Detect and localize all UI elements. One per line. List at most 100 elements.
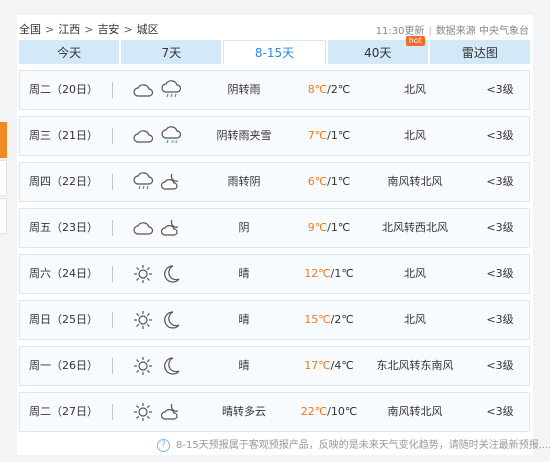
cloud-icon [132, 79, 154, 101]
forecast-row: 周四（22日） 雨转阴 6℃/1℃ 南风转北风 <3级 [19, 162, 530, 202]
wind-direction: 北风 [404, 129, 426, 142]
breadcrumb-item-province[interactable]: 江西 [58, 23, 80, 36]
breadcrumb-item-city[interactable]: 吉安 [97, 23, 119, 36]
temp-high: 7℃ [307, 129, 328, 142]
wind-level: <3级 [486, 129, 514, 142]
temp-high: 6℃ [307, 175, 328, 188]
row-divider [112, 358, 113, 374]
data-source: 数据来源 中央气象台 [435, 26, 529, 37]
temperature: 8℃/2℃ [288, 71, 370, 109]
wind-direction: 南风转北风 [387, 405, 443, 418]
weather-desc: 晴 [238, 267, 250, 280]
weather-desc: 晴 [238, 359, 250, 372]
breadcrumb: 全国 > 江西 > 吉安 > 城区 [19, 21, 159, 37]
side-tab[interactable] [0, 160, 7, 196]
weather-icons [132, 263, 184, 285]
temp-high: 12℃ [304, 267, 331, 280]
sleet-icon: ** [160, 125, 182, 147]
forecast-day: 周一（26日） [29, 359, 98, 372]
wind-direction: 东北风转东南风 [376, 359, 454, 372]
forecast-panel: 全国 > 江西 > 吉安 > 城区 11:30更新 | 数据来源 中央气象台 今天 7天 8-15天… [17, 15, 550, 455]
forecast-row: 周三（21日） ** 阴转雨夹雪 7℃/1℃ 北风 <3级 [19, 116, 530, 156]
weather-icons [132, 171, 184, 193]
side-tab-active[interactable] [0, 122, 7, 158]
partly-cloudy-night-icon [160, 171, 182, 193]
row-divider [112, 174, 113, 190]
breadcrumb-item-district: 城区 [136, 23, 159, 36]
wind-level: <3级 [486, 359, 514, 372]
forecast-tabs: 今天 7天 8-15天 40天 hot 雷达图 [19, 36, 531, 64]
tab-4[interactable]: 雷达图 [429, 40, 531, 64]
weather-desc: 阴转雨夹雪 [216, 129, 272, 142]
weather-icons: ** [132, 125, 184, 147]
meta-divider: | [428, 26, 432, 37]
forecast-row: 周一（26日） 晴 17℃/4℃ 东北风转东南风 <3级 [19, 346, 530, 386]
wind-level: <3级 [486, 175, 514, 188]
partly-cloudy-night-icon [160, 217, 182, 239]
tab-label: 7天 [161, 45, 182, 60]
row-divider [112, 404, 113, 420]
wind-level: <3级 [486, 83, 514, 96]
tab-2[interactable]: 8-15天 [223, 40, 326, 64]
footer-note: ? 8-15天预报属于客观预报产品，反映的是未来天气变化趋势，请随时关注最新预报.… [157, 436, 550, 452]
temp-low: /2℃ [330, 313, 354, 326]
breadcrumb-separator: > [123, 23, 133, 36]
temperature: 17℃/4℃ [288, 347, 370, 385]
temperature: 12℃/1℃ [288, 255, 370, 293]
breadcrumb-separator: > [84, 23, 94, 36]
wind-direction: 南风转北风 [387, 175, 443, 188]
cloud-icon [132, 125, 154, 147]
row-divider [112, 266, 113, 282]
cloud-icon [132, 217, 154, 239]
tab-label: 8-15天 [254, 46, 295, 60]
breadcrumb-separator: > [45, 23, 55, 36]
weather-icons [132, 309, 184, 331]
forecast-row: 周二（20日） 阴转雨 8℃/2℃ 北风 <3级 [19, 70, 530, 110]
wind-direction: 北风 [404, 267, 426, 280]
wind-level: <3级 [486, 267, 514, 280]
tab-label: 雷达图 [461, 45, 498, 60]
temp-low: /2℃ [327, 83, 351, 96]
temp-high: 8℃ [307, 83, 328, 96]
weather-desc: 雨转阴 [227, 175, 261, 188]
svg-text:**: ** [171, 139, 179, 147]
tab-0[interactable]: 今天 [19, 40, 120, 64]
wind-direction: 北风 [404, 83, 426, 96]
sun-icon [132, 355, 154, 377]
row-divider [112, 220, 113, 236]
forecast-day: 周五（23日） [29, 221, 98, 234]
forecast-day: 周四（22日） [29, 175, 98, 188]
temperature: 9℃/1℃ [288, 209, 370, 247]
row-divider [112, 128, 113, 144]
temp-high: 9℃ [307, 221, 328, 234]
forecast-row: 周五（23日） 阴 9℃/1℃ 北风转西北风 <3级 [19, 208, 530, 248]
weather-desc: 阴转雨 [227, 83, 261, 96]
forecast-row: 周日（25日） 晴 15℃/2℃ 北风 <3级 [19, 300, 530, 340]
tab-3[interactable]: 40天 hot [327, 36, 428, 64]
tab-1[interactable]: 7天 [121, 40, 222, 64]
moon-icon [160, 309, 182, 331]
tab-label: 40天 [364, 45, 392, 60]
side-tab[interactable] [0, 198, 7, 234]
hot-badge: hot [405, 36, 425, 46]
sun-icon [132, 309, 154, 331]
forecast-list: 周二（20日） 阴转雨 8℃/2℃ 北风 <3级 周三（21日） ** 阴转雨夹雪 7℃/1℃ 北… [19, 70, 530, 438]
forecast-day: 周二（27日） [29, 405, 98, 418]
row-divider [112, 82, 113, 98]
help-icon[interactable]: ? [157, 438, 170, 452]
update-meta: 11:30更新 | 数据来源 中央气象台 [376, 22, 529, 37]
weather-icons [132, 79, 184, 101]
forecast-day: 周六（24日） [29, 267, 98, 280]
forecast-row: 周六（24日） 晴 12℃/1℃ 北风 <3级 [19, 254, 530, 294]
sun-icon [132, 401, 154, 423]
breadcrumb-item-country[interactable]: 全国 [19, 23, 41, 36]
temp-low: /4℃ [330, 359, 354, 372]
wind-level: <3级 [486, 405, 514, 418]
footer-note-text: 8-15天预报属于客观预报产品，反映的是未来天气变化趋势，请随时关注最新预报..… [176, 440, 550, 451]
moon-icon [160, 355, 182, 377]
tab-label: 今天 [57, 45, 82, 60]
row-divider [112, 312, 113, 328]
moon-icon [160, 263, 182, 285]
sun-icon [132, 263, 154, 285]
temperature: 6℃/1℃ [288, 163, 370, 201]
